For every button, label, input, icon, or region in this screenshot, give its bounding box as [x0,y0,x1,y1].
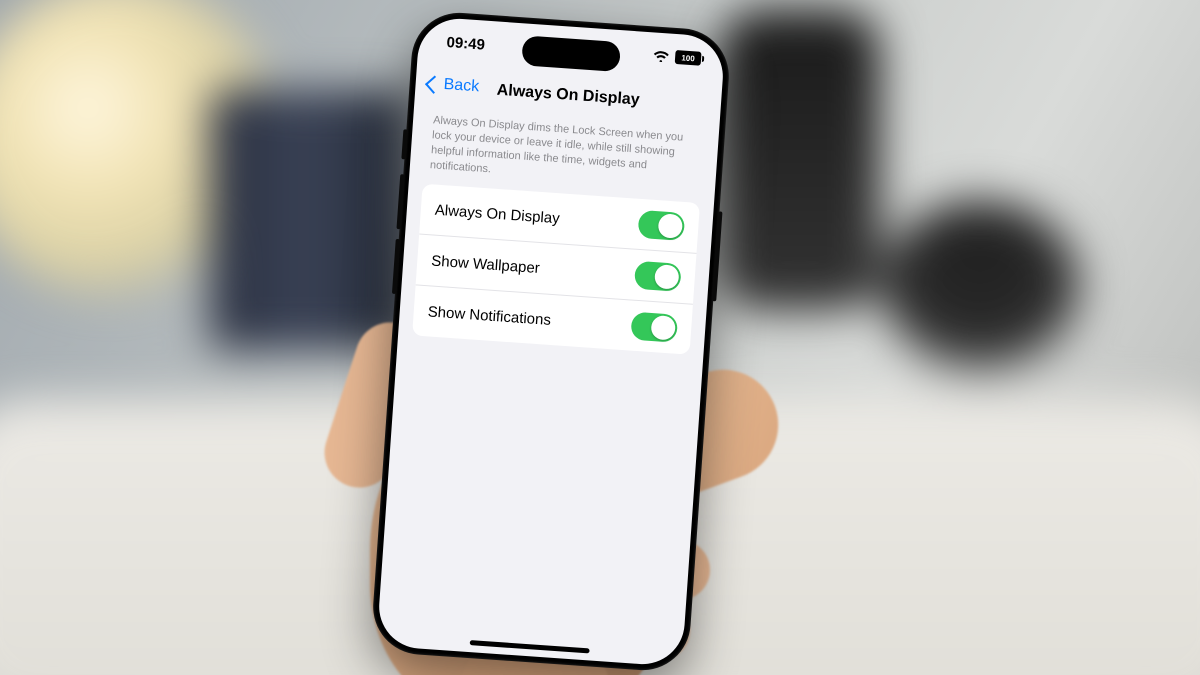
battery-level: 100 [681,53,695,63]
silent-switch[interactable] [401,129,407,159]
phone: 09:49 100 Back Always On Display [370,10,732,674]
row-label: Always On Display [434,201,560,227]
toggle-always-on-display[interactable] [637,210,685,241]
home-indicator[interactable] [470,640,590,653]
wifi-icon [653,49,670,62]
photo-scene: 09:49 100 Back Always On Display [0,0,1200,675]
screen: 09:49 100 Back Always On Display [376,16,725,667]
status-time: 09:49 [446,34,485,54]
battery-icon: 100 [675,50,705,66]
toggle-show-wallpaper[interactable] [634,261,682,292]
settings-group: Always On Display Show Wallpaper Show No… [412,184,700,355]
row-label: Show Notifications [427,303,551,329]
row-label: Show Wallpaper [431,252,541,277]
toggle-show-notifications[interactable] [630,312,678,343]
